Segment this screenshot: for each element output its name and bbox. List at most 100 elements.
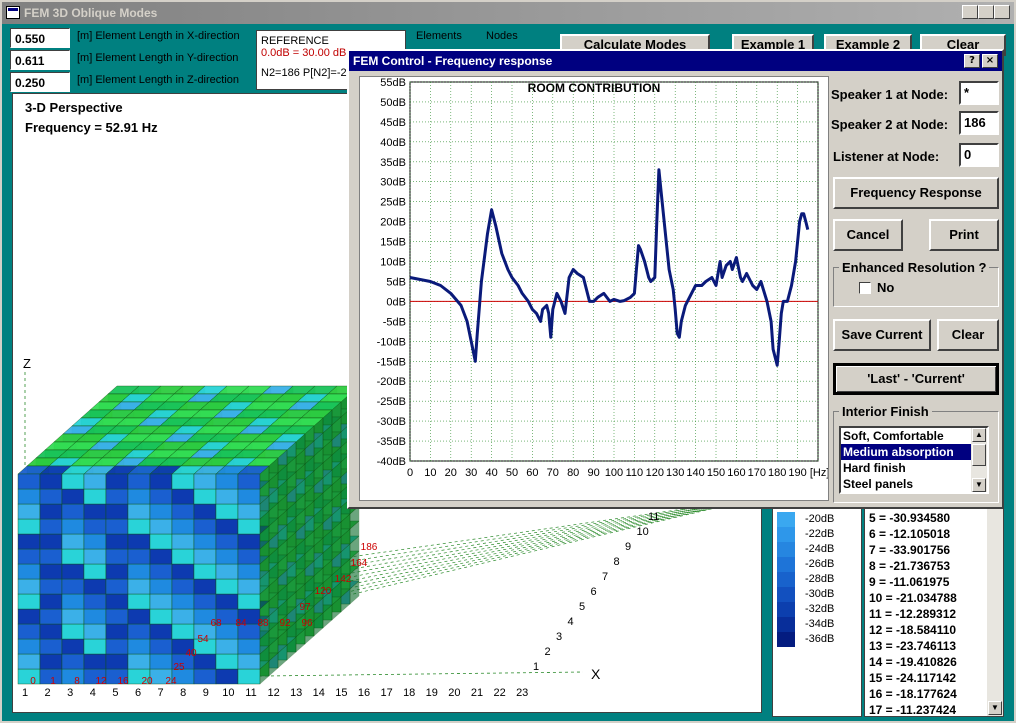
app-icon <box>6 6 20 19</box>
legend-row: -22dB <box>777 527 857 542</box>
block-face <box>193 578 217 595</box>
block-face <box>215 653 239 670</box>
block-face <box>61 578 85 595</box>
scroll-up-icon[interactable]: ▲ <box>972 428 986 442</box>
x-tick-label: 150 <box>707 467 725 479</box>
x-tick: 7 <box>158 687 164 699</box>
block-face <box>237 563 261 580</box>
mode-list-item[interactable]: 14 = -19.410826 <box>869 654 999 670</box>
mode-list-item[interactable]: 10 = -21.034788 <box>869 590 999 606</box>
x-tick: 9 <box>203 687 209 699</box>
block-face <box>127 593 151 610</box>
block-face <box>61 488 85 505</box>
frequency-response-button[interactable]: Frequency Response <box>833 177 999 209</box>
finish-list-item[interactable]: Soft, Comfortable <box>841 428 971 444</box>
finish-list-item[interactable]: Steel panels <box>841 476 971 492</box>
legend-swatch <box>777 527 795 542</box>
node-number: 186 <box>361 542 378 553</box>
finish-scrollbar[interactable]: ▲ ▼ <box>971 428 987 492</box>
last-minus-current-button[interactable]: 'Last' - 'Current' <box>833 363 999 395</box>
mode-list-item[interactable]: 5 = -30.934580 <box>869 510 999 526</box>
legend-row: -36dB <box>777 632 857 647</box>
finish-list-item[interactable]: Hard finish <box>841 460 971 476</box>
y-tick: 10 <box>637 526 649 538</box>
block-face <box>83 473 107 490</box>
help-button[interactable]: ? <box>964 54 980 68</box>
x-tick: 13 <box>290 687 302 699</box>
block-face <box>237 653 261 670</box>
speaker2-input[interactable]: 186 <box>959 111 999 135</box>
cancel-button[interactable]: Cancel <box>833 219 903 251</box>
legend-swatch <box>777 602 795 617</box>
x-tick-label: 140 <box>686 467 704 479</box>
block-face <box>61 653 85 670</box>
listener-input[interactable]: 0 <box>959 143 999 167</box>
block-face <box>171 473 195 490</box>
mode-list-item[interactable]: 9 = -11.061975 <box>869 574 999 590</box>
enhanced-option-label: No <box>877 280 895 295</box>
save-current-button[interactable]: Save Current <box>833 319 931 351</box>
y-tick-label: 40dB <box>380 137 406 149</box>
close-button[interactable]: × <box>994 5 1010 19</box>
x-tick-label: 190 <box>788 467 806 479</box>
block-face <box>149 473 173 490</box>
block-face <box>39 563 63 580</box>
interior-finish-list[interactable]: Soft, Comfortable Medium absorption Hard f… <box>839 426 989 494</box>
block-face <box>237 473 261 490</box>
node-number: 24 <box>165 676 177 687</box>
x-tick: 10 <box>222 687 234 699</box>
maximize-button[interactable]: □ <box>978 5 994 19</box>
x-tick-label: 100 <box>605 467 623 479</box>
z-length-input[interactable]: 0.250 <box>10 72 70 92</box>
legend-label: -28dB <box>805 573 835 585</box>
legend-label: -20dB <box>805 513 835 525</box>
node-number: 0 <box>30 676 36 687</box>
block-face <box>237 593 261 610</box>
y-tick-label: -30dB <box>377 416 406 428</box>
y-tick-label: -5dB <box>383 316 406 328</box>
block-face <box>83 563 107 580</box>
mode-list[interactable]: 5 = -30.934580 6 = -12.105018 7 = -33.9017… <box>864 507 1004 717</box>
mode-list-item[interactable]: 16 = -18.177624 <box>869 686 999 702</box>
mode-list-item[interactable]: 6 = -12.105018 <box>869 526 999 542</box>
speaker2-label: Speaker 2 at Node: <box>831 117 949 132</box>
enhanced-checkbox[interactable] <box>859 282 871 294</box>
block-face <box>105 563 129 580</box>
x-length-input[interactable]: 0.550 <box>10 28 70 48</box>
x-tick: 16 <box>358 687 370 699</box>
scroll-down-icon[interactable]: ▼ <box>972 478 986 492</box>
mode-list-item[interactable]: 7 = -33.901756 <box>869 542 999 558</box>
dialog-title: FEM Control - Frequency response <box>353 54 553 68</box>
block-face <box>17 518 41 535</box>
mode-list-item[interactable]: 12 = -18.584110 <box>869 622 999 638</box>
block-face <box>61 518 85 535</box>
title-bar: FEM 3D Oblique Modes _ □ × <box>2 2 1014 24</box>
minimize-button[interactable]: _ <box>962 5 978 19</box>
mode-list-item[interactable]: 11 = -12.289312 <box>869 606 999 622</box>
legend-label: -30dB <box>805 588 835 600</box>
block-face <box>17 473 41 490</box>
y-length-input[interactable]: 0.611 <box>10 50 70 70</box>
speaker1-input[interactable]: * <box>959 81 999 105</box>
mode-list-scrollbar[interactable]: ▼ <box>987 508 1003 716</box>
clear-button[interactable]: Clear <box>937 319 999 351</box>
legend-label: -22dB <box>805 528 835 540</box>
mode-list-item[interactable]: 15 = -24.117142 <box>869 670 999 686</box>
print-button[interactable]: Print <box>929 219 999 251</box>
y-tick: 6 <box>591 586 597 598</box>
block-face <box>149 623 173 640</box>
dialog-close-button[interactable]: × <box>982 54 998 68</box>
scroll-thumb[interactable] <box>972 444 986 466</box>
block-face <box>171 608 195 625</box>
mode-list-item[interactable]: 17 = -11.237424 <box>869 702 999 716</box>
scroll-down-icon[interactable]: ▼ <box>988 701 1002 715</box>
block-face <box>39 503 63 520</box>
block-face <box>171 578 195 595</box>
mode-list-item[interactable]: 8 = -21.736753 <box>869 558 999 574</box>
finish-list-item[interactable]: Medium absorption <box>841 444 971 460</box>
block-face <box>105 608 129 625</box>
y-ticks: 123456789 10 11 <box>533 511 659 673</box>
mode-list-item[interactable]: 13 = -23.746113 <box>869 638 999 654</box>
x-tick: 4 <box>90 687 96 699</box>
x-tick: 11 <box>245 687 256 699</box>
